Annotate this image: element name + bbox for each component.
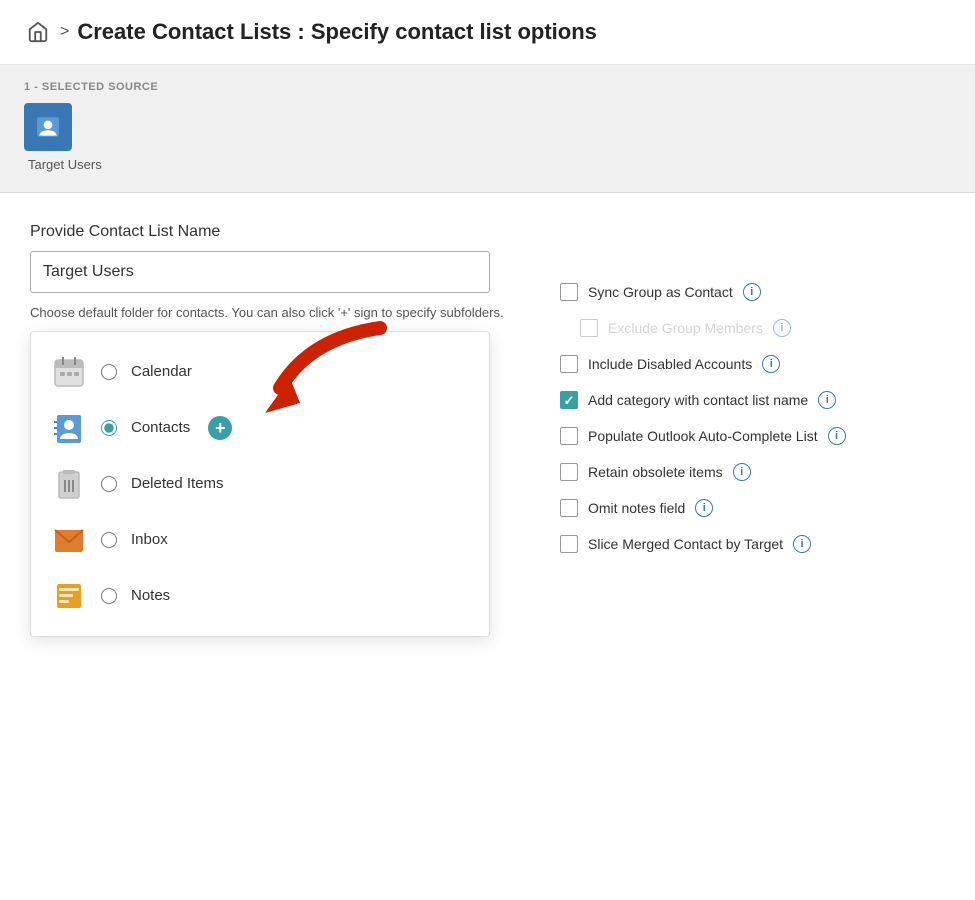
folder-dropdown: Calendar Cont — [30, 331, 490, 637]
selected-source-label: 1 - SELECTED SOURCE — [24, 81, 951, 93]
contacts-radio[interactable] — [101, 420, 117, 436]
option-include-disabled: Include Disabled Accounts i — [560, 355, 945, 373]
inbox-label: Inbox — [131, 531, 168, 548]
source-icon — [24, 103, 72, 151]
inbox-folder-icon — [51, 522, 87, 558]
page-wrapper: > Create Contact Lists : Specify contact… — [0, 0, 975, 900]
deleted-radio[interactable] — [101, 476, 117, 492]
omit-notes-checkbox[interactable] — [560, 499, 578, 517]
add-category-info-icon[interactable]: i — [818, 391, 836, 409]
notes-label: Notes — [131, 587, 170, 604]
contacts-add-button[interactable]: + — [208, 416, 232, 440]
calendar-radio[interactable] — [101, 364, 117, 380]
populate-autocomplete-label: Populate Outlook Auto-Complete List — [588, 428, 818, 444]
deleted-label: Deleted Items — [131, 475, 224, 492]
exclude-group-info-icon[interactable]: i — [773, 319, 791, 337]
populate-autocomplete-info-icon[interactable]: i — [828, 427, 846, 445]
breadcrumb-separator: > — [60, 23, 69, 41]
add-category-checkmark: ✓ — [564, 394, 575, 407]
option-slice-merged: Slice Merged Contact by Target i — [560, 535, 945, 553]
option-populate-autocomplete: Populate Outlook Auto-Complete List i — [560, 427, 945, 445]
sync-group-label: Sync Group as Contact — [588, 284, 733, 300]
contacts-label: Contacts — [131, 419, 190, 436]
option-add-category: ✓ Add category with contact list name i — [560, 391, 945, 409]
option-sync-group: Sync Group as Contact i — [560, 283, 945, 301]
folder-item-notes[interactable]: Notes — [31, 568, 489, 624]
page-title: Create Contact Lists : Specify contact l… — [77, 19, 597, 45]
inbox-radio[interactable] — [101, 532, 117, 548]
add-category-label: Add category with contact list name — [588, 392, 808, 408]
add-category-checkbox[interactable]: ✓ — [560, 391, 578, 409]
include-disabled-checkbox[interactable] — [560, 355, 578, 373]
sync-group-info-icon[interactable]: i — [743, 283, 761, 301]
retain-obsolete-info-icon[interactable]: i — [733, 463, 751, 481]
folder-item-contacts[interactable]: Contacts + — [31, 400, 489, 456]
right-panel: Sync Group as Contact i Exclude Group Me… — [560, 223, 945, 571]
notes-radio[interactable] — [101, 588, 117, 604]
option-retain-obsolete: Retain obsolete items i — [560, 463, 945, 481]
source-name: Target Users — [28, 157, 102, 172]
include-disabled-label: Include Disabled Accounts — [588, 356, 752, 372]
calendar-folder-icon — [51, 354, 87, 390]
exclude-group-checkbox[interactable] — [580, 319, 598, 337]
slice-merged-checkbox[interactable] — [560, 535, 578, 553]
retain-obsolete-label: Retain obsolete items — [588, 464, 723, 480]
retain-obsolete-checkbox[interactable] — [560, 463, 578, 481]
omit-notes-info-icon[interactable]: i — [695, 499, 713, 517]
exclude-group-label: Exclude Group Members — [608, 320, 763, 336]
folder-item-deleted[interactable]: Deleted Items — [31, 456, 489, 512]
calendar-label: Calendar — [131, 363, 192, 380]
folder-item-calendar[interactable]: Calendar — [31, 344, 489, 400]
slice-merged-label: Slice Merged Contact by Target — [588, 536, 783, 552]
main-content: Provide Contact List Name Choose default… — [0, 193, 975, 667]
contact-list-name-input[interactable] — [30, 251, 490, 293]
helper-text: Choose default folder for contacts. You … — [30, 303, 520, 323]
field-label: Provide Contact List Name — [30, 223, 520, 241]
slice-merged-info-icon[interactable]: i — [793, 535, 811, 553]
deleted-folder-icon — [51, 466, 87, 502]
sync-group-checkbox[interactable] — [560, 283, 578, 301]
breadcrumb-bar: > Create Contact Lists : Specify contact… — [0, 0, 975, 65]
source-item: Target Users — [24, 103, 951, 172]
option-exclude-group: Exclude Group Members i — [580, 319, 945, 337]
include-disabled-info-icon[interactable]: i — [762, 355, 780, 373]
folder-item-inbox[interactable]: Inbox — [31, 512, 489, 568]
omit-notes-label: Omit notes field — [588, 500, 685, 516]
selected-source-section: 1 - SELECTED SOURCE Target Users — [0, 65, 975, 193]
home-icon[interactable] — [24, 18, 52, 46]
left-panel: Provide Contact List Name Choose default… — [30, 223, 520, 637]
populate-autocomplete-checkbox[interactable] — [560, 427, 578, 445]
contacts-folder-icon — [51, 410, 87, 446]
option-omit-notes: Omit notes field i — [560, 499, 945, 517]
notes-folder-icon — [51, 578, 87, 614]
